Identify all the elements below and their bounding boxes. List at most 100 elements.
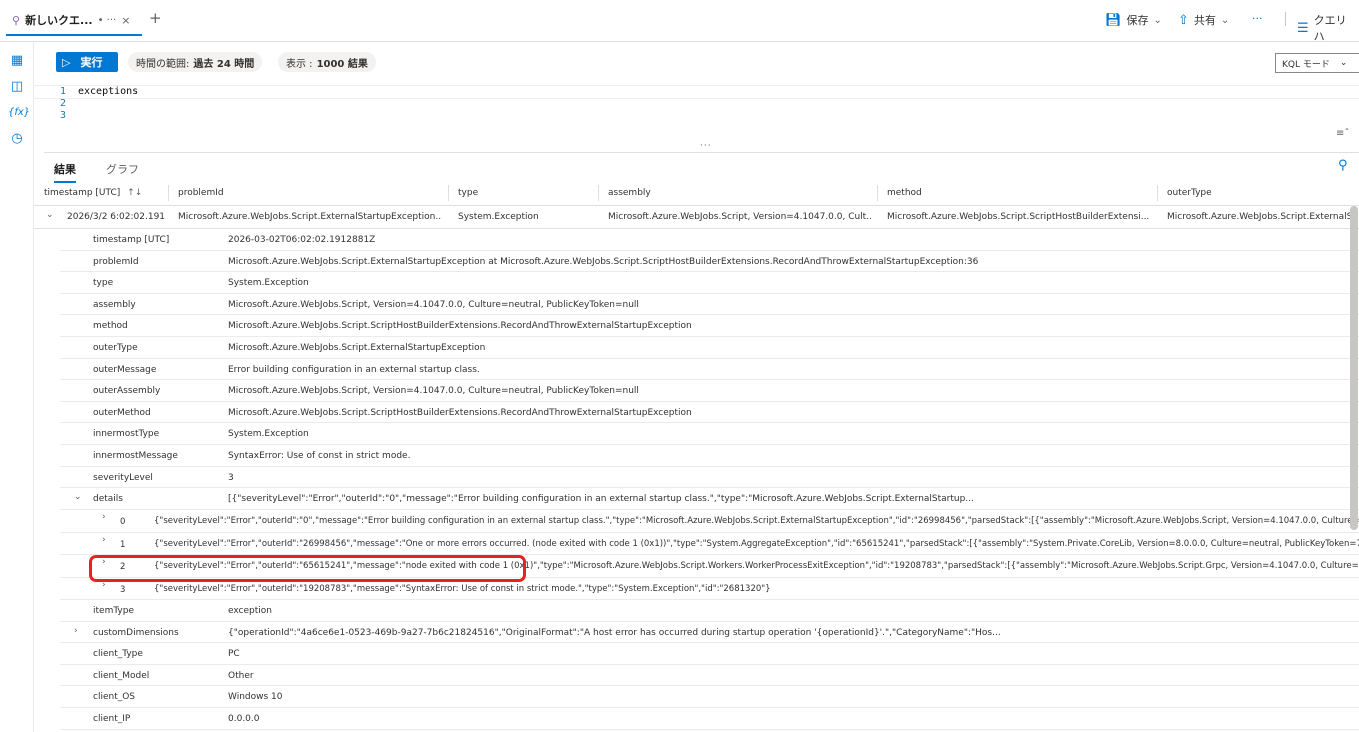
- save-icon: 💾︎: [1105, 12, 1122, 28]
- column-header-method[interactable]: method: [887, 188, 922, 198]
- detail-value: 0.0.0.0: [228, 714, 260, 724]
- cell-problemid: Microsoft.Azure.WebJobs.Script.ExternalS…: [178, 212, 442, 222]
- result-limit-value: 1000 結果: [316, 58, 368, 70]
- detail-value: Microsoft.Azure.WebJobs.Script.ScriptHos…: [228, 407, 692, 418]
- detail-row: outerMethod Microsoft.Azure.WebJobs.Scri…: [60, 402, 1359, 424]
- vertical-scrollbar[interactable]: [1350, 206, 1358, 530]
- add-tab-button[interactable]: +: [149, 9, 162, 27]
- time-range-value: 過去 24 時間: [193, 58, 255, 70]
- collapse-icon[interactable]: ⌄: [46, 210, 54, 220]
- detail-row: type System.Exception: [60, 272, 1359, 294]
- query-hub-button[interactable]: ☰ クエリ ハ: [1297, 12, 1359, 44]
- column-header-problemid[interactable]: problemId: [178, 188, 224, 198]
- detail-row: outerMessage Error building configuratio…: [60, 359, 1359, 381]
- column-divider[interactable]: [168, 185, 169, 201]
- detail-key: client_Model: [93, 670, 150, 681]
- collapse-icon[interactable]: ⌄: [74, 492, 82, 502]
- chevron-down-icon: ⌄: [1153, 14, 1162, 26]
- detail-row: client_Type PC: [60, 643, 1359, 665]
- tables-icon[interactable]: ▦: [8, 52, 26, 70]
- results-tabs: 結果 グラフ ⚲: [44, 152, 1359, 183]
- detail-row[interactable]: ⌄ details [{"severityLevel":"Error","out…: [60, 488, 1359, 510]
- detail-key: assembly: [93, 299, 136, 310]
- time-range-picker[interactable]: 時間の範囲: 過去 24 時間: [128, 52, 263, 72]
- column-divider[interactable]: [1157, 185, 1158, 201]
- format-query-icon[interactable]: ≡ˆ: [1336, 128, 1349, 139]
- detail-value: PC: [228, 649, 240, 660]
- pane-splitter[interactable]: ···: [700, 141, 712, 151]
- editor-line: 1 exceptions: [44, 86, 138, 98]
- details-subrow[interactable]: › 1 {"severityLevel":"Error","outerId":"…: [60, 533, 1359, 555]
- annotation-highlight-box: [89, 555, 526, 582]
- detail-value: Microsoft.Azure.WebJobs.Script.ScriptHos…: [228, 321, 692, 332]
- details-subrow[interactable]: › 0 {"severityLevel":"Error","outerId":"…: [60, 510, 1359, 533]
- detail-key: client_Type: [93, 649, 143, 660]
- cell-timestamp: 2026/3/2 6:02:02.191: [67, 212, 166, 222]
- detail-row: innermostMessage SyntaxError: Use of con…: [60, 445, 1359, 467]
- expand-icon[interactable]: ›: [102, 512, 106, 522]
- detail-value: Windows 10: [228, 692, 283, 703]
- queries-icon[interactable]: ◫: [8, 78, 26, 96]
- left-sidebar: ▦ ◫ {fx} ◷: [0, 42, 34, 732]
- kql-mode-dropdown[interactable]: KQL モード ⌄: [1275, 53, 1359, 73]
- cell-type: System.Exception: [458, 212, 539, 222]
- more-label: ···: [1252, 12, 1263, 25]
- save-label: 保存: [1126, 14, 1149, 27]
- detail-row: timestamp [UTC] 2026-03-02T06:02:02.1912…: [60, 229, 1359, 251]
- detail-key: outerAssembly: [93, 386, 161, 397]
- close-tab-icon[interactable]: ×: [121, 14, 130, 27]
- detail-key: outerMessage: [93, 364, 157, 375]
- detail-key: timestamp [UTC]: [93, 235, 170, 245]
- result-limit-picker[interactable]: 表示 : 1000 結果: [278, 52, 376, 72]
- expand-icon[interactable]: ›: [74, 626, 78, 636]
- column-divider[interactable]: [598, 185, 599, 201]
- subrow-index: 3: [120, 584, 126, 595]
- more-button[interactable]: ···: [1252, 12, 1263, 25]
- detail-value: SyntaxError: Use of const in strict mode…: [228, 451, 411, 461]
- save-button[interactable]: 💾︎ 保存 ⌄: [1105, 12, 1162, 28]
- column-header-outertype[interactable]: outerType: [1167, 188, 1212, 198]
- detail-row: assembly Microsoft.Azure.WebJobs.Script,…: [60, 294, 1359, 316]
- detail-row: outerType Microsoft.Azure.WebJobs.Script…: [60, 337, 1359, 359]
- detail-value: Microsoft.Azure.WebJobs.Script, Version=…: [228, 386, 639, 397]
- functions-icon[interactable]: {fx}: [8, 104, 30, 122]
- detail-key: innermostType: [93, 429, 160, 440]
- tab-chart[interactable]: グラフ: [106, 161, 139, 177]
- query-hub-icon: ☰: [1297, 20, 1309, 36]
- detail-row[interactable]: › customDimensions {"operationId":"4a6ce…: [60, 622, 1359, 644]
- line-number: 1: [59, 86, 66, 97]
- editor-line: 3: [44, 110, 78, 122]
- detail-value: 3: [228, 472, 234, 483]
- column-header-type[interactable]: type: [458, 188, 478, 198]
- table-row[interactable]: ⌄ 2026/3/2 6:02:02.191 Microsoft.Azure.W…: [34, 207, 1359, 229]
- column-header-timestamp[interactable]: timestamp [UTC] ↑↓: [44, 188, 142, 198]
- history-icon[interactable]: ◷: [8, 130, 26, 148]
- detail-row: severityLevel 3: [60, 467, 1359, 489]
- query-tab[interactable]: ⚲ 新しいクエ... • ··· ×: [6, 6, 142, 36]
- detail-row: innermostType System.Exception: [60, 423, 1359, 445]
- share-label: 共有: [1193, 14, 1216, 27]
- line-number: 2: [59, 98, 66, 109]
- detail-key: itemType: [93, 606, 135, 616]
- column-divider[interactable]: [448, 185, 449, 201]
- detail-key: outerType: [93, 343, 138, 353]
- detail-key: details: [93, 494, 123, 505]
- query-editor[interactable]: 1 exceptions 2 3: [44, 82, 1359, 146]
- detail-value: exception: [228, 606, 272, 616]
- run-button[interactable]: ▷ 実行: [56, 52, 118, 72]
- expand-icon[interactable]: ›: [102, 535, 106, 545]
- subrow-value: {"severityLevel":"Error","outerId":"0","…: [154, 516, 1359, 526]
- column-divider[interactable]: [877, 185, 878, 201]
- search-icon[interactable]: ⚲: [1338, 158, 1348, 173]
- share-button[interactable]: ⇧ 共有 ⌄: [1178, 12, 1229, 28]
- editor-line: 2: [44, 98, 78, 110]
- share-icon: ⇧: [1178, 12, 1189, 28]
- cell-assembly: Microsoft.Azure.WebJobs.Script, Version=…: [608, 212, 872, 222]
- sort-icon[interactable]: ↑↓: [127, 188, 142, 198]
- column-header-assembly[interactable]: assembly: [608, 188, 651, 198]
- line-code: exceptions: [78, 86, 139, 97]
- tab-results[interactable]: 結果: [54, 161, 76, 183]
- detail-key: client_OS: [93, 692, 136, 703]
- toolbar-divider: [1285, 12, 1286, 26]
- detail-key: severityLevel: [93, 472, 153, 483]
